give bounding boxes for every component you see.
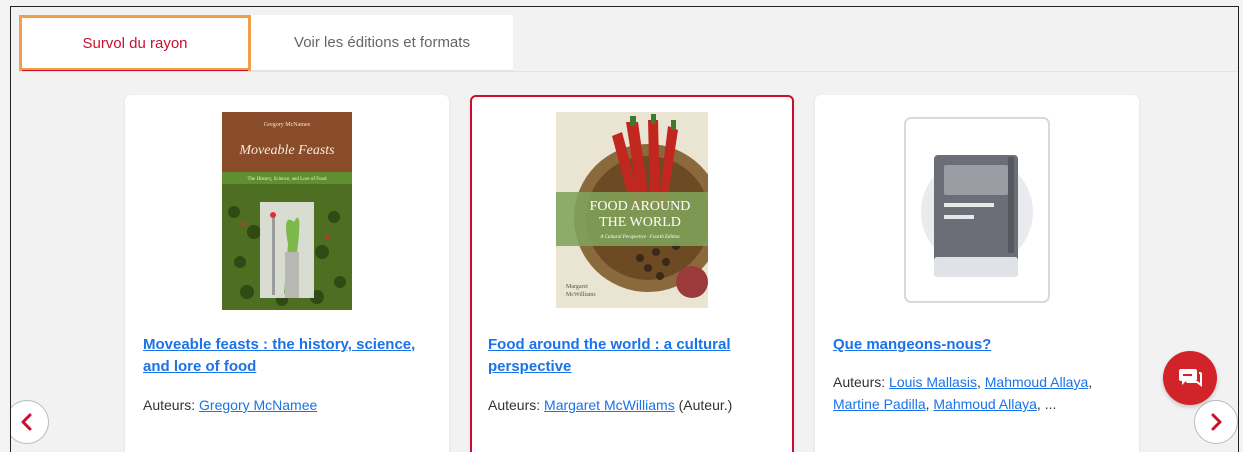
chat-icon — [1179, 369, 1202, 387]
svg-text:A Cultural Perspective · Fourt: A Cultural Perspective · Fourth Edition — [599, 235, 680, 240]
book-title-link[interactable]: Food around the world : a cultural persp… — [488, 334, 778, 378]
author-role: (Auteur.) — [678, 397, 733, 413]
svg-text:Moveable Feasts: Moveable Feasts — [238, 143, 335, 158]
authors-label: Auteurs: — [833, 374, 886, 390]
book-cover-image[interactable]: FOOD AROUND THE WORLD A Cultural Perspec… — [556, 112, 722, 313]
author-link[interactable]: Gregory McNamee — [199, 397, 317, 413]
author-link[interactable]: Margaret McWilliams — [544, 397, 675, 413]
tab-bar: Survol du rayon Voir les éditions et for… — [19, 15, 513, 72]
svg-text:THE WORLD: THE WORLD — [599, 215, 681, 230]
author-link[interactable]: Mahmoud Allaya — [933, 396, 1037, 412]
book-title-link[interactable]: Que mangeons-nous? — [833, 334, 1123, 356]
book-placeholder-icon[interactable] — [904, 117, 1050, 308]
author-link[interactable]: Louis Mallasis — [889, 374, 977, 390]
svg-text:Gregory McNamee: Gregory McNamee — [264, 122, 311, 128]
book-title-link[interactable]: Moveable feasts : the history, science, … — [143, 334, 433, 378]
carousel-next-button[interactable] — [1194, 400, 1238, 444]
book-authors: Auteurs: Margaret McWilliams (Auteur.) — [488, 394, 778, 416]
authors-label: Auteurs: — [143, 397, 196, 413]
tab-divider — [19, 71, 1238, 72]
authors-more: ... — [1044, 396, 1057, 412]
shelf-browse-panel: Survol du rayon Voir les éditions et for… — [10, 6, 1239, 452]
author-link[interactable]: Martine Padilla — [833, 396, 926, 412]
book-authors: Auteurs: Gregory McNamee — [143, 394, 433, 416]
book-cover-image[interactable]: Gregory McNamee Moveable Feasts The Hist… — [222, 112, 352, 315]
book-card[interactable]: Que mangeons-nous? Auteurs: Louis Mallas… — [815, 95, 1139, 452]
carousel-prev-button[interactable] — [11, 400, 49, 444]
svg-text:McWilliams: McWilliams — [566, 292, 596, 298]
chat-button[interactable] — [1163, 351, 1217, 405]
author-link[interactable]: Mahmoud Allaya — [985, 374, 1089, 390]
svg-text:Margaret: Margaret — [566, 284, 588, 290]
svg-text:FOOD AROUND: FOOD AROUND — [590, 199, 691, 214]
tab-editions-formats[interactable]: Voir les éditions et formats — [251, 15, 513, 71]
book-card[interactable]: Gregory McNamee Moveable Feasts The Hist… — [125, 95, 449, 452]
chevron-right-icon — [1211, 413, 1222, 431]
svg-text:The History, Science, and Lore: The History, Science, and Lore of Food — [247, 177, 327, 182]
tab-shelf-overview[interactable]: Survol du rayon — [19, 15, 251, 72]
book-authors: Auteurs: Louis Mallasis, Mahmoud Allaya,… — [833, 374, 1093, 412]
book-card-selected[interactable]: FOOD AROUND THE WORLD A Cultural Perspec… — [470, 95, 794, 452]
chevron-left-icon — [21, 413, 32, 431]
tab-label: Survol du rayon — [82, 34, 188, 52]
authors-label: Auteurs: — [488, 397, 541, 413]
tab-label: Voir les éditions et formats — [294, 34, 470, 51]
